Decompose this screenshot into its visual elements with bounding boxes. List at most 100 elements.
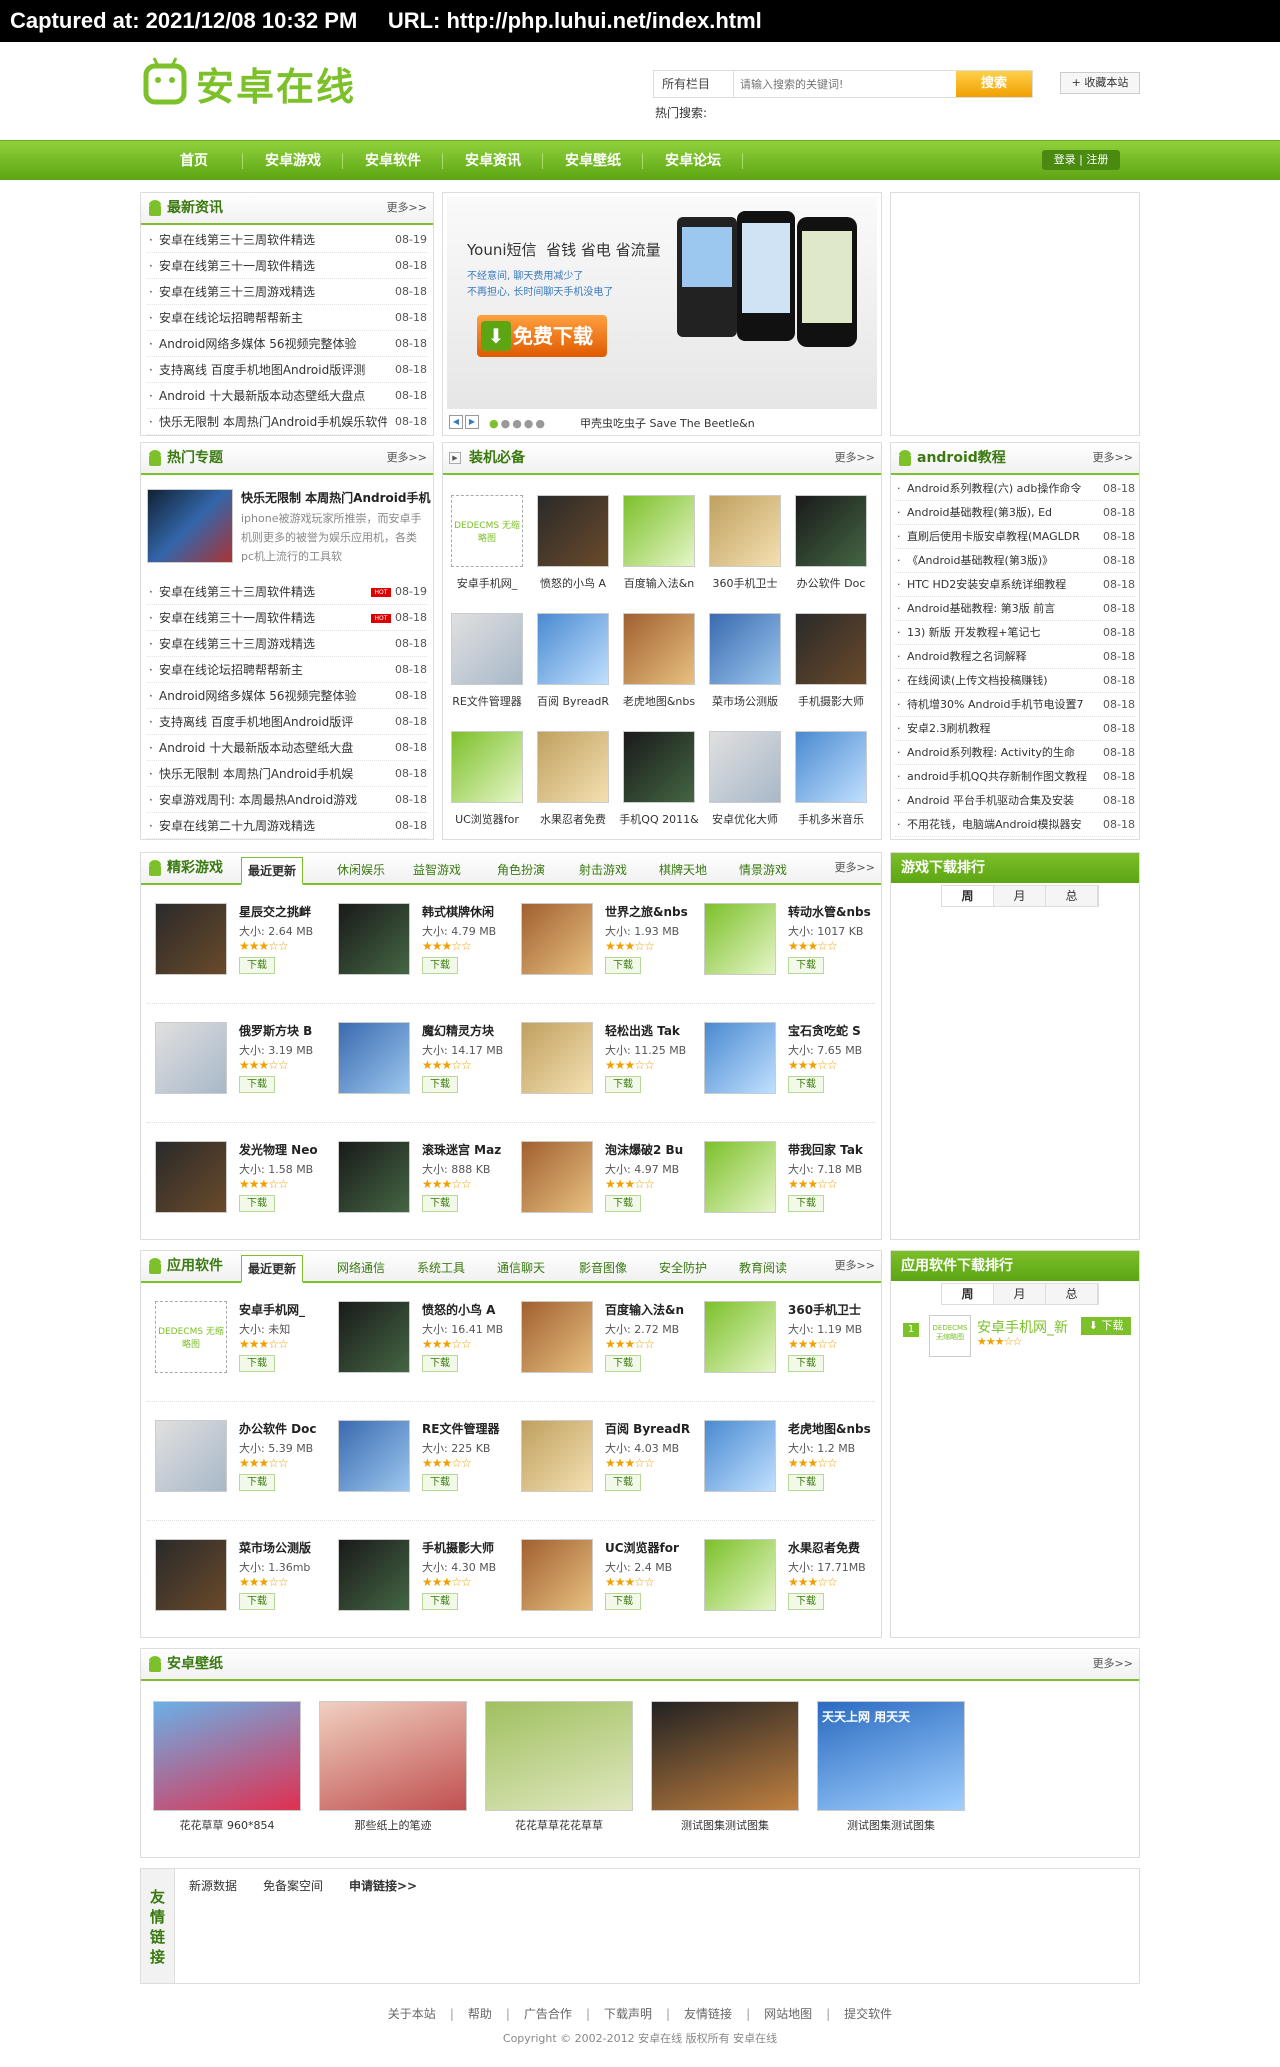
nav-apps[interactable]: 安卓软件 <box>344 141 442 181</box>
list-item[interactable]: 《Android基础教程(第3版)》08-18 <box>895 549 1135 573</box>
tab-week[interactable]: 周 <box>942 886 994 906</box>
item-thumbnail[interactable] <box>338 1022 410 1094</box>
list-item[interactable]: 世界之旅&nbs 大小: 1.93 MB ★★★☆☆ 下载 <box>513 889 693 999</box>
item-thumbnail[interactable] <box>521 1301 593 1373</box>
tab-apps-5[interactable]: 安全防护 <box>659 1259 707 1276</box>
item-thumbnail[interactable] <box>521 1539 593 1611</box>
list-item[interactable]: 泡沫爆破2 Bu 大小: 4.97 MB ★★★☆☆ 下载 <box>513 1127 693 1237</box>
list-item[interactable]: 在线阅读(上传文档投稿赚钱)08-18 <box>895 669 1135 693</box>
list-item[interactable]: 直刷后使用卡版安卓教程(MAGLDR08-18 <box>895 525 1135 549</box>
slide-dots[interactable]: ●●●●● <box>489 417 547 430</box>
item-name[interactable]: 俄罗斯方块 B <box>239 1022 331 1039</box>
app-thumbnail[interactable] <box>709 613 781 685</box>
footer-link[interactable]: 广告合作 <box>524 2007 572 2021</box>
list-item[interactable]: DEDECMS 无缩略图 安卓手机网_ 大小: 未知 ★★★☆☆ 下载 <box>147 1287 327 1397</box>
list-item[interactable]: 带我回家 Tak 大小: 7.18 MB ★★★☆☆ 下载 <box>696 1127 876 1237</box>
item-name[interactable]: 办公软件 Doc <box>239 1420 331 1437</box>
list-item[interactable]: 魔幻精灵方块 大小: 14.17 MB ★★★☆☆ 下载 <box>330 1008 510 1118</box>
list-item[interactable]: 360手机卫士 大小: 1.19 MB ★★★☆☆ 下载 <box>696 1287 876 1397</box>
prev-arrow-icon[interactable]: ◀ <box>449 415 463 429</box>
banner-image[interactable]: Youni短信 省钱 省电 省流量 不经意间, 聊天费用减少了 不再担心, 长时… <box>447 197 877 409</box>
item-name[interactable]: 世界之旅&nbs <box>605 903 697 920</box>
item-name[interactable]: 转动水管&nbs <box>788 903 880 920</box>
list-item[interactable]: 安卓在线第三十三周软件精选HOT08-19 <box>147 579 427 605</box>
more-link[interactable]: 更多>> <box>835 443 875 473</box>
list-item[interactable]: 百度输入法&n 大小: 2.72 MB ★★★☆☆ 下载 <box>513 1287 693 1397</box>
item-thumbnail[interactable] <box>338 1539 410 1611</box>
item-thumbnail[interactable] <box>704 903 776 975</box>
download-button[interactable]: 下载 <box>788 957 824 974</box>
next-arrow-icon[interactable]: ▶ <box>465 415 479 429</box>
list-item[interactable]: Android 十大最新版本动态壁纸大盘08-18 <box>147 735 427 761</box>
tab-games-1[interactable]: 休闲娱乐 <box>337 861 385 878</box>
download-button[interactable]: 下载 <box>605 1076 641 1093</box>
more-link[interactable]: 更多>> <box>387 443 427 473</box>
list-item[interactable]: 水果忍者免费 大小: 17.71MB ★★★☆☆ 下载 <box>696 1525 876 1635</box>
tab-month[interactable]: 月 <box>994 886 1046 906</box>
app-thumbnail[interactable] <box>451 613 523 685</box>
item-name[interactable]: 百度输入法&n <box>605 1301 697 1318</box>
download-button[interactable]: 下载 <box>239 1593 275 1610</box>
link-item[interactable]: 免备案空间 <box>263 1877 323 1894</box>
list-item[interactable]: 安卓在线论坛招聘帮帮新主08-18 <box>147 305 427 331</box>
download-button[interactable]: 下载 <box>605 1593 641 1610</box>
app-thumbnail[interactable] <box>709 731 781 803</box>
download-button[interactable]: 下载 <box>239 1474 275 1491</box>
feature-thumbnail[interactable] <box>147 489 233 563</box>
app-thumbnail[interactable] <box>795 495 867 567</box>
item-thumbnail[interactable] <box>155 1539 227 1611</box>
list-item[interactable]: Android基础教程: 第3版 前言08-18 <box>895 597 1135 621</box>
app-name[interactable]: 百阅 ByreadR <box>531 693 615 709</box>
item-name[interactable]: 星辰交之挑衅 <box>239 903 331 920</box>
download-button[interactable]: 下载 <box>605 1355 641 1372</box>
list-item[interactable]: RE文件管理器 大小: 225 KB ★★★☆☆ 下载 <box>330 1406 510 1516</box>
more-link[interactable]: 更多>> <box>387 193 427 223</box>
tab-games-4[interactable]: 射击游戏 <box>579 861 627 878</box>
download-button[interactable]: 下载 <box>422 1076 458 1093</box>
tab-total[interactable]: 总 <box>1046 1284 1098 1304</box>
footer-link[interactable]: 网站地图 <box>764 2007 812 2021</box>
list-item[interactable]: 俄罗斯方块 B 大小: 3.19 MB ★★★☆☆ 下载 <box>147 1008 327 1118</box>
list-item[interactable]: 百阅 ByreadR 大小: 4.03 MB ★★★☆☆ 下载 <box>513 1406 693 1516</box>
wallpaper-thumbnail[interactable]: 天天上网 用天天 <box>817 1701 965 1811</box>
list-item[interactable]: android手机QQ共存新制作图文教程08-18 <box>895 765 1135 789</box>
bookmark-button[interactable]: + 收藏本站 <box>1060 72 1140 94</box>
app-thumbnail[interactable] <box>709 495 781 567</box>
app-thumbnail[interactable] <box>537 731 609 803</box>
list-item[interactable]: 安卓2.3刷机教程08-18 <box>895 717 1135 741</box>
tab-total[interactable]: 总 <box>1046 886 1098 906</box>
item-name[interactable]: 水果忍者免费 <box>788 1539 880 1556</box>
tab-games-2[interactable]: 益智游戏 <box>413 861 461 878</box>
footer-link[interactable]: 提交软件 <box>844 2007 892 2021</box>
item-thumbnail[interactable] <box>521 1141 593 1213</box>
app-thumbnail[interactable] <box>537 495 609 567</box>
list-item[interactable]: 安卓在线论坛招聘帮帮新主08-18 <box>147 657 427 683</box>
list-item[interactable]: 安卓在线第三十三周游戏精选08-18 <box>147 279 427 305</box>
wallpaper-caption[interactable]: 测试图集测试图集 <box>651 1817 799 1833</box>
download-button[interactable]: 下载 <box>422 1355 458 1372</box>
list-item[interactable]: Android 平台手机驱动合集及安装08-18 <box>895 789 1135 813</box>
list-item[interactable]: 办公软件 Doc 大小: 5.39 MB ★★★☆☆ 下载 <box>147 1406 327 1516</box>
list-item[interactable]: 发光物理 Neo 大小: 1.58 MB ★★★☆☆ 下载 <box>147 1127 327 1237</box>
app-name[interactable]: 水果忍者免费 <box>531 811 615 827</box>
more-link[interactable]: 更多>> <box>1093 1649 1133 1679</box>
list-item[interactable]: 待机增30% Android手机节电设置708-18 <box>895 693 1135 717</box>
tab-apps-4[interactable]: 影音图像 <box>579 1259 627 1276</box>
download-button[interactable]: 下载 <box>239 1076 275 1093</box>
item-name[interactable]: 宝石贪吃蛇 S <box>788 1022 880 1039</box>
list-item[interactable]: 老虎地图&nbs 大小: 1.2 MB ★★★☆☆ 下载 <box>696 1406 876 1516</box>
download-button[interactable]: 下载 <box>788 1593 824 1610</box>
item-name[interactable]: 百阅 ByreadR <box>605 1420 697 1437</box>
list-item[interactable]: 宝石贪吃蛇 S 大小: 7.65 MB ★★★☆☆ 下载 <box>696 1008 876 1118</box>
list-item[interactable]: 安卓在线第三十三周游戏精选08-18 <box>147 631 427 657</box>
rank-thumbnail[interactable]: DEDECMS 无缩略图 <box>929 1315 971 1357</box>
item-thumbnail[interactable] <box>338 1141 410 1213</box>
wallpaper-caption[interactable]: 花花草草花花草草 <box>485 1817 633 1833</box>
app-name[interactable]: 办公软件 Doc <box>789 575 873 591</box>
app-name[interactable]: 手机QQ 2011& <box>617 811 701 827</box>
item-name[interactable]: 滚珠迷宫 Maz <box>422 1141 514 1158</box>
apply-link[interactable]: 申请链接>> <box>349 1877 417 1894</box>
download-button[interactable]: 下载 <box>605 1195 641 1212</box>
app-name[interactable]: 老虎地图&nbs <box>617 693 701 709</box>
item-thumbnail[interactable] <box>704 1539 776 1611</box>
